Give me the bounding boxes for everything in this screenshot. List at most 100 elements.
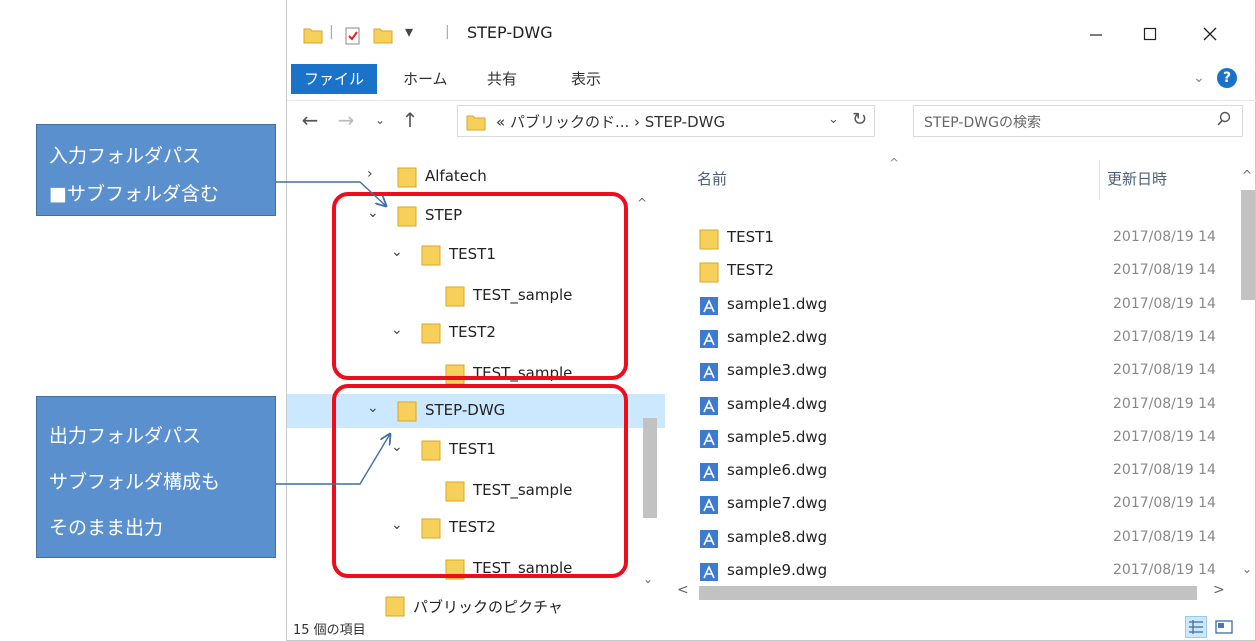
file-row[interactable]: sample2.dwg 2017/08/19 14	[669, 322, 1239, 354]
file-date: 2017/08/19 14	[1113, 462, 1216, 479]
folder-icon	[699, 229, 719, 250]
dwg-file-icon	[700, 529, 718, 548]
new-folder-icon[interactable]	[373, 26, 393, 44]
column-name[interactable]: 名前	[697, 168, 727, 189]
address-row: ← → ⌄ ↑ « パブリックのド... › STEP-DWG ⌄ ↻ STEP…	[287, 100, 1256, 140]
recent-locations-button[interactable]: ⌄	[367, 105, 393, 135]
window-title: STEP-DWG	[467, 23, 553, 42]
horizontal-scrollbar[interactable]: < >	[669, 582, 1256, 602]
tab-view[interactable]: 表示	[565, 64, 607, 94]
search-icon	[1217, 111, 1231, 126]
file-name: sample6.dwg	[727, 461, 828, 480]
separator: |	[445, 24, 450, 40]
arrow-left-icon: ←	[301, 108, 319, 132]
nav-scrollbar[interactable]: ⌄	[641, 158, 659, 598]
large-icons-view-button[interactable]	[1213, 616, 1235, 638]
tab-share[interactable]: 共有	[481, 64, 523, 94]
file-row[interactable]: sample1.dwg 2017/08/19 14	[669, 289, 1239, 321]
nav-item-label: Alfatech	[425, 167, 487, 185]
scroll-right-icon[interactable]: >	[1213, 582, 1225, 598]
file-name: sample7.dwg	[727, 494, 828, 513]
file-date: 2017/08/19 14	[1113, 362, 1216, 379]
close-button[interactable]	[1187, 14, 1233, 54]
dwg-file-icon	[700, 496, 718, 515]
file-date: 2017/08/19 14	[1113, 328, 1216, 345]
folder-icon	[397, 167, 417, 188]
file-row[interactable]: TEST1 2017/08/19 14	[669, 222, 1239, 254]
nav-scroll-down-icon[interactable]: ⌄	[643, 572, 653, 586]
dwg-file-icon	[700, 429, 718, 448]
folder-icon	[699, 262, 719, 283]
tab-file[interactable]: ファイル	[291, 64, 377, 94]
horizontal-scroll-thumb[interactable]	[699, 586, 1197, 600]
arrow-up-icon: ↑	[401, 108, 419, 132]
up-button[interactable]: ↑	[397, 105, 423, 135]
file-scroll-thumb[interactable]	[1241, 190, 1255, 300]
address-path: « パブリックのド... › STEP-DWG	[496, 113, 726, 131]
address-dropdown-icon[interactable]: ⌄	[828, 112, 839, 127]
output-folder-callout: 出力フォルダパス サブフォルダ構成も そのまま出力	[36, 396, 276, 558]
input-folder-callout: 入力フォルダパス ■サブフォルダ含む	[36, 124, 276, 216]
file-row[interactable]: sample8.dwg 2017/08/19 14	[669, 522, 1239, 554]
properties-icon[interactable]	[343, 26, 363, 46]
input-folder-highlight	[332, 192, 628, 380]
file-name: sample8.dwg	[727, 527, 828, 546]
callout-line: そのまま出力	[49, 517, 164, 539]
file-date: 2017/08/19 14	[1113, 495, 1216, 512]
search-input[interactable]: STEP-DWGの検索	[913, 105, 1243, 137]
file-name: sample4.dwg	[727, 394, 828, 413]
file-name: sample3.dwg	[727, 361, 828, 380]
address-bar[interactable]: « パブリックのド... › STEP-DWG ⌄ ↻	[457, 105, 875, 137]
file-date: 2017/08/19 14	[1113, 229, 1216, 245]
details-view-icon	[1189, 620, 1203, 634]
file-list-scrollbar[interactable]: ^ ⌄	[1239, 168, 1256, 576]
nav-scroll-thumb[interactable]	[643, 418, 657, 518]
file-row[interactable]: sample5.dwg 2017/08/19 14	[669, 422, 1239, 454]
file-row[interactable]: sample3.dwg 2017/08/19 14	[669, 355, 1239, 387]
maximize-icon	[1143, 27, 1157, 41]
maximize-button[interactable]	[1127, 14, 1173, 54]
refresh-icon[interactable]: ↻	[852, 109, 867, 130]
expand-ribbon-icon[interactable]: ⌄	[1193, 70, 1205, 86]
chevron-down-icon: ⌄	[374, 113, 386, 127]
file-list: 名前 ^ 更新日時 TEST1 2017/08/19 14 TEST2 2017/08…	[669, 140, 1256, 612]
separator: |	[329, 24, 334, 40]
file-date: 2017/08/19 14	[1113, 562, 1216, 578]
dwg-file-icon	[700, 396, 718, 415]
tab-home[interactable]: ホーム	[397, 64, 454, 94]
close-icon	[1203, 27, 1217, 41]
large-icons-view-icon	[1215, 620, 1233, 634]
scroll-down-icon[interactable]: ⌄	[1242, 562, 1252, 576]
details-view-button[interactable]	[1185, 616, 1207, 638]
file-date: 2017/08/19 14	[1113, 395, 1216, 412]
file-name: TEST2	[727, 261, 774, 280]
dwg-file-icon	[700, 296, 718, 315]
file-date: 2017/08/19 14	[1113, 428, 1216, 445]
column-date[interactable]: 更新日時	[1107, 168, 1167, 189]
callout-line: 出力フォルダパス	[49, 425, 202, 447]
file-row[interactable]: sample7.dwg 2017/08/19 14	[669, 488, 1239, 520]
dwg-file-icon	[700, 463, 718, 482]
forward-button[interactable]: →	[333, 105, 359, 135]
arrow-right-icon: →	[337, 108, 355, 132]
folder-icon	[466, 115, 486, 131]
back-button[interactable]: ←	[297, 105, 323, 135]
callout-line: サブフォルダ構成も	[49, 471, 221, 493]
scroll-left-icon[interactable]: <	[677, 582, 689, 598]
file-row[interactable]: TEST2 2017/08/19 14	[669, 255, 1239, 287]
column-divider[interactable]	[1099, 160, 1100, 200]
help-icon[interactable]: ?	[1217, 68, 1237, 88]
callout-line: 入力フォルダパス	[49, 145, 202, 167]
item-count: 15 個の項目	[293, 623, 366, 638]
file-row[interactable]: sample6.dwg 2017/08/19 14	[669, 455, 1239, 487]
minimize-button[interactable]	[1073, 14, 1119, 54]
output-folder-highlight	[332, 384, 628, 578]
file-row[interactable]: sample4.dwg 2017/08/19 14	[669, 389, 1239, 421]
file-date: 2017/08/19 14	[1113, 528, 1216, 545]
sort-indicator-icon: ^	[889, 156, 900, 170]
scroll-up-icon[interactable]: ^	[1242, 168, 1252, 182]
customize-qa-icon[interactable]: ▾	[405, 22, 413, 41]
file-date: 2017/08/19 14	[1113, 295, 1216, 312]
nav-item-alfatech[interactable]: › Alfatech	[287, 160, 665, 194]
chevron-right-icon[interactable]: ›	[367, 166, 373, 182]
